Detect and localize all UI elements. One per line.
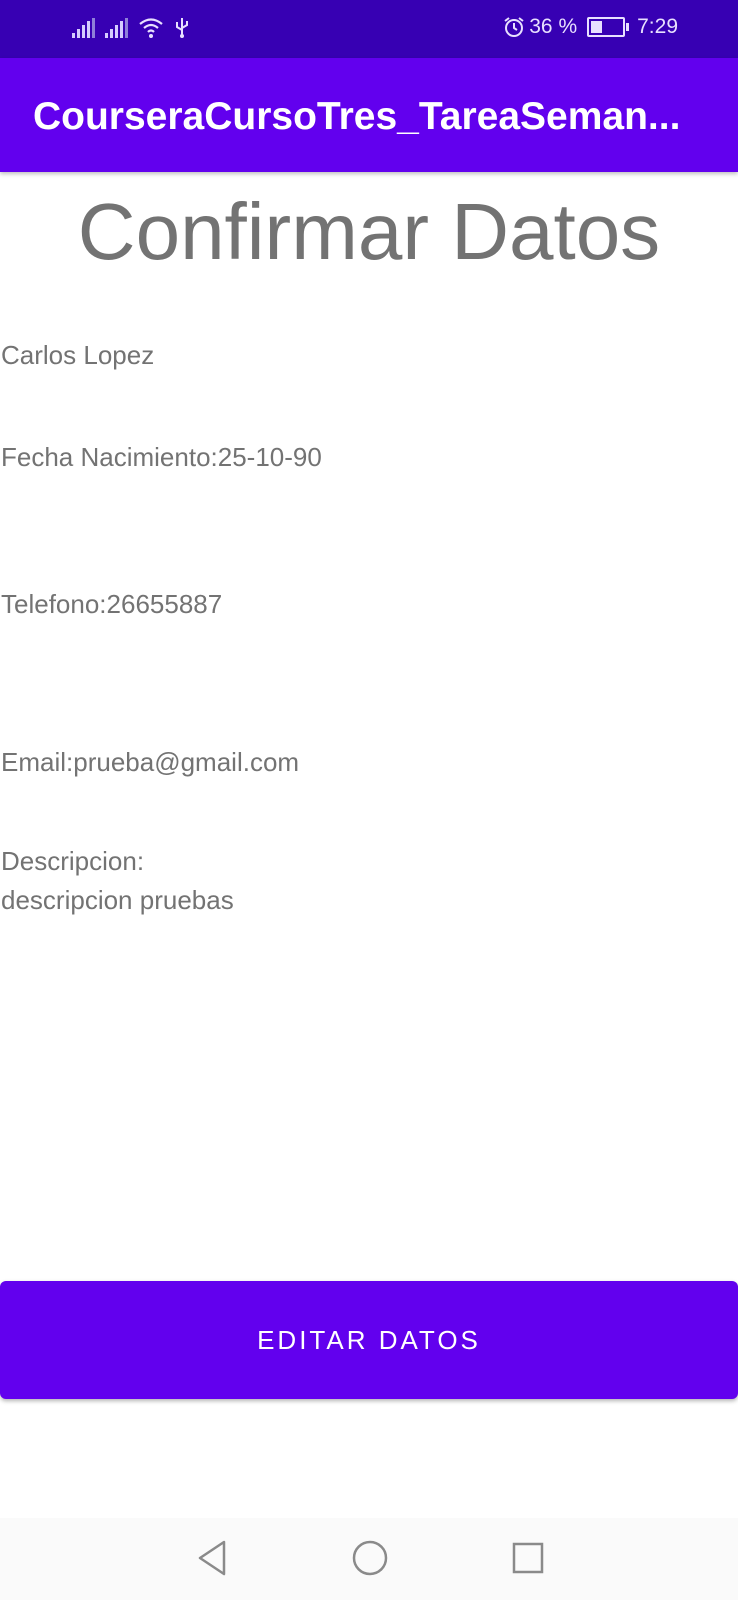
email-text: Email:prueba@gmail.com — [1, 747, 300, 777]
back-icon[interactable] — [194, 1538, 230, 1578]
description-label: Descripcion: — [1, 846, 145, 876]
battery-icon — [587, 17, 630, 37]
signal-icon — [72, 16, 95, 38]
name-text: Carlos Lopez — [1, 340, 155, 370]
birth-date-text: Fecha Nacimiento:25-10-90 — [1, 442, 322, 472]
app-title: CourseraCursoTres_TareaSeman... — [33, 95, 681, 138]
battery-level — [591, 21, 602, 33]
status-icons-right: 36 % 7:29 — [503, 15, 678, 39]
battery-percent: 36 % — [529, 15, 578, 38]
app-bar: CourseraCursoTres_TareaSeman... — [0, 58, 738, 172]
status-time: 7:29 — [637, 15, 678, 38]
navigation-bar — [0, 1518, 738, 1600]
usb-icon — [176, 18, 188, 38]
edit-data-button[interactable]: EDITAR DATOS — [0, 1281, 738, 1399]
recents-icon[interactable] — [508, 1538, 548, 1578]
home-icon[interactable] — [350, 1538, 390, 1578]
signal-icon — [105, 16, 128, 38]
page-title: Confirmar Datos — [77, 187, 661, 276]
status-bar: 36 % 7:29 — [0, 0, 738, 58]
wifi-icon — [139, 18, 163, 38]
status-icons-left — [72, 16, 190, 38]
description-text: descripcion pruebas — [1, 885, 234, 915]
phone-text: Telefono:26655887 — [1, 589, 223, 619]
alarm-icon — [504, 17, 524, 37]
